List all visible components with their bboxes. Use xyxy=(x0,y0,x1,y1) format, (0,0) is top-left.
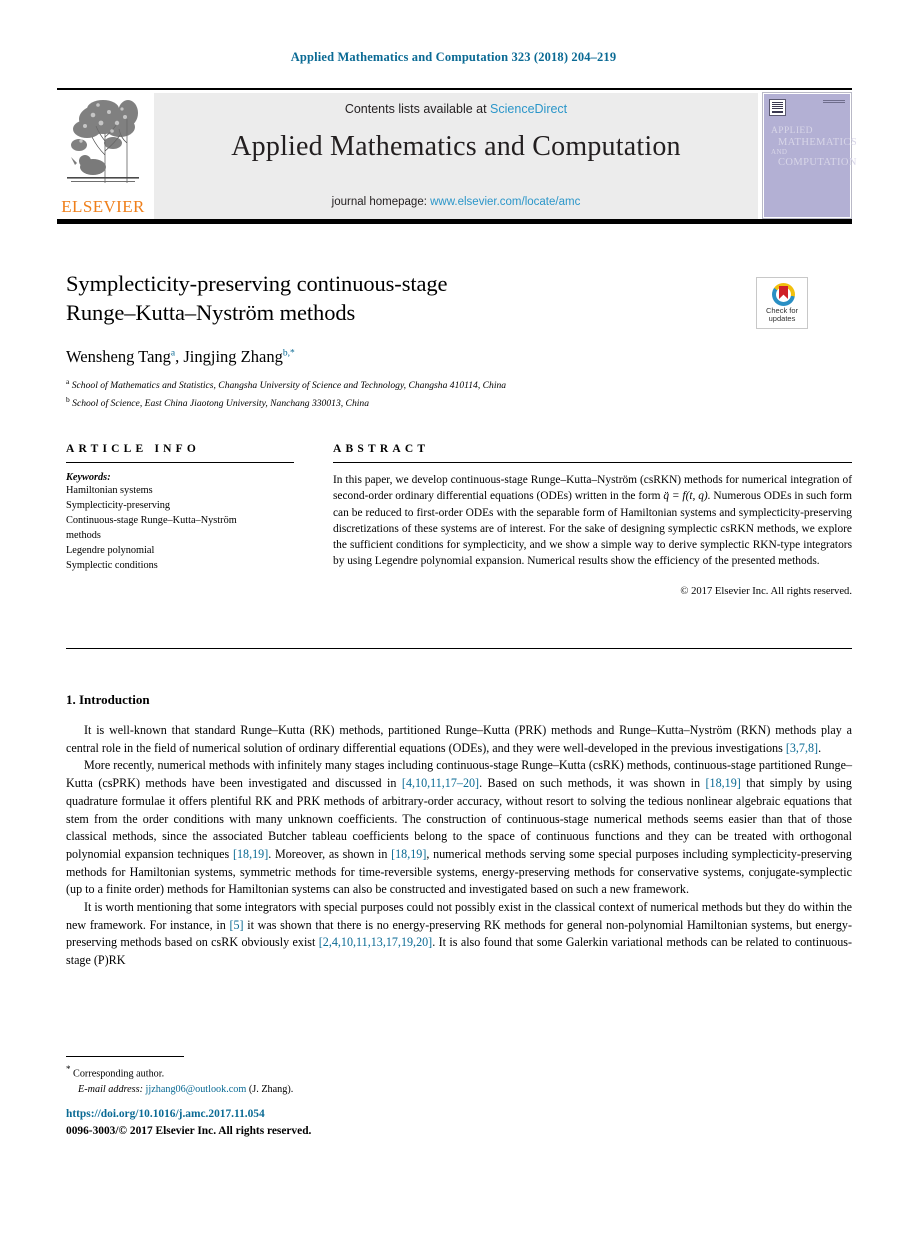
journal-homepage-link[interactable]: www.elsevier.com/locate/amc xyxy=(430,196,580,208)
elsevier-logo: ELSEVIER xyxy=(59,93,147,219)
article-info-heading: ARTICLE INFO xyxy=(66,443,201,455)
citation-link[interactable]: [2,4,10,11,13,17,19,20] xyxy=(319,935,432,949)
journal-homepage-line: journal homepage: www.elsevier.com/locat… xyxy=(154,196,758,208)
cover-line-applied: APPLIED xyxy=(771,126,813,136)
affiliation-a-text: School of Mathematics and Statistics, Ch… xyxy=(71,380,507,392)
citation-link[interactable]: [5] xyxy=(229,918,243,932)
corresponding-author-note: * Corresponding author. xyxy=(66,1063,486,1082)
email-label: E-mail address: xyxy=(78,1083,143,1095)
crossmark-label-line2: updates xyxy=(768,314,796,324)
paragraph: More recently, numerical methods with in… xyxy=(66,757,852,899)
article-info-rule xyxy=(66,462,294,463)
abstract-copyright: © 2017 Elsevier Inc. All rights reserved… xyxy=(680,585,852,597)
affiliation-b-marker: b xyxy=(66,394,70,404)
keyword-item: Symplecticity-preserving xyxy=(66,500,171,512)
keywords-list: Hamiltonian systems Symplecticity-preser… xyxy=(66,483,294,573)
contents-prefix: Contents lists available at xyxy=(344,102,491,116)
cover-corner-marks xyxy=(823,100,845,104)
abstract-text: In this paper, we develop continuous-sta… xyxy=(333,472,852,570)
issn-copyright-line: 0096-3003/© 2017 Elsevier Inc. All right… xyxy=(66,1124,312,1137)
homepage-prefix: journal homepage: xyxy=(331,196,431,208)
author-2-affiliation-marker[interactable]: b, xyxy=(283,349,290,359)
banner-bottom-rule xyxy=(57,219,852,224)
paragraph-text: . xyxy=(818,740,822,755)
cover-line-mathematics: MATHEMATICS xyxy=(778,137,858,148)
page-title: Symplecticity-preserving continuous-stag… xyxy=(66,269,726,327)
crossmark-label: Check for updates xyxy=(757,306,807,324)
doi-block: https://doi.org/10.1016/j.amc.2017.11.05… xyxy=(66,1106,566,1139)
journal-title: Applied Mathematics and Computation xyxy=(231,131,681,162)
author-list: Wensheng Tanga, Jingjing Zhangb,* xyxy=(66,347,726,367)
elsevier-tree-icon xyxy=(65,93,141,189)
keyword-item: methods xyxy=(66,530,101,542)
paragraph: It is well-known that standard Runge–Kut… xyxy=(66,722,852,757)
citation-link[interactable]: [18,19] xyxy=(706,776,741,790)
article-title-line1: Symplecticity-preserving continuous-stag… xyxy=(66,271,448,296)
article-info-column: ARTICLE INFO Keywords: Hamiltonian syste… xyxy=(66,443,294,573)
author-2-name: Jingjing Zhang xyxy=(183,347,283,367)
keyword-item: Symplectic conditions xyxy=(66,560,158,572)
section-heading-introduction: 1. Introduction xyxy=(66,692,150,707)
paragraph-text: . Based on such methods, it was shown in xyxy=(479,776,706,791)
journal-article-page: Applied Mathematics and Computation 323 … xyxy=(0,0,907,1238)
abstract-column: ABSTRACT In this paper, we develop conti… xyxy=(333,443,852,597)
contents-box: Contents lists available at ScienceDirec… xyxy=(154,93,758,219)
email-note: E-mail address: jjzhang06@outlook.com (J… xyxy=(66,1082,486,1097)
article-title-line2: Runge–Kutta–Nyström methods xyxy=(66,300,356,326)
sciencedirect-link[interactable]: ScienceDirect xyxy=(490,102,567,116)
running-head: Applied Mathematics and Computation 323 … xyxy=(290,50,617,64)
footnote-rule xyxy=(66,1056,184,1057)
keyword-item: Legendre polynomial xyxy=(66,545,155,557)
affiliation-a-marker: a xyxy=(66,377,70,387)
affiliations: a School of Mathematics and Statistics, … xyxy=(66,376,726,411)
corresponding-author-text: Corresponding author. xyxy=(73,1068,165,1080)
abstract-heading: ABSTRACT xyxy=(333,443,430,455)
banner-top-rule xyxy=(57,88,852,90)
keyword-item: Hamiltonian systems xyxy=(66,485,153,496)
affiliation-b-text: School of Science, East China Jiaotong U… xyxy=(72,397,369,409)
journal-banner: ELSEVIER Contents lists available at Sci… xyxy=(57,88,857,224)
elsevier-wordmark: ELSEVIER xyxy=(61,197,145,216)
title-block: Symplecticity-preserving continuous-stag… xyxy=(66,269,726,411)
affiliation-b: b School of Science, East China Jiaotong… xyxy=(66,394,726,412)
doi-link[interactable]: https://doi.org/10.1016/j.amc.2017.11.05… xyxy=(66,1106,566,1123)
paragraph-text: It is well-known that standard Runge–Kut… xyxy=(66,723,852,755)
cover-line-computation: COMPUTATION xyxy=(778,157,857,168)
cover-background: APPLIED MATHEMATICS AND COMPUTATION xyxy=(764,94,857,217)
keyword-item: Continuous-stage Runge–Kutta–Nyström xyxy=(66,515,237,527)
affiliation-a: a School of Mathematics and Statistics, … xyxy=(66,376,726,394)
contents-available-line: Contents lists available at ScienceDirec… xyxy=(154,102,758,116)
journal-cover-thumbnail: APPLIED MATHEMATICS AND COMPUTATION xyxy=(762,92,857,219)
citation-link[interactable]: [18,19] xyxy=(233,847,268,861)
paragraph-text: . Moreover, as shown in xyxy=(268,846,392,861)
article-body: 1. Introduction It is well-known that st… xyxy=(66,692,852,970)
corresponding-author-star: * xyxy=(66,1064,71,1074)
abstract-rule xyxy=(333,462,852,463)
abstract-bottom-rule xyxy=(66,648,852,649)
cover-line-and: AND xyxy=(771,148,788,156)
email-suffix: (J. Zhang). xyxy=(248,1083,294,1095)
abstract-formula: q̈ = f(t, q). xyxy=(663,490,711,503)
citation-link[interactable]: [3,7,8] xyxy=(786,741,818,755)
citation-link[interactable]: [18,19] xyxy=(391,847,426,861)
cover-publisher-icon xyxy=(769,99,786,116)
footnote-block: * Corresponding author. E-mail address: … xyxy=(66,1056,486,1097)
crossmark-badge[interactable]: Check for updates xyxy=(756,277,808,329)
email-link[interactable]: jjzhang06@outlook.com xyxy=(146,1084,247,1095)
citation-link[interactable]: [4,10,11,17–20] xyxy=(402,776,479,790)
paragraph: It is worth mentioning that some integra… xyxy=(66,899,852,970)
author-1-name: Wensheng Tang xyxy=(66,347,171,367)
keywords-label: Keywords: xyxy=(66,472,111,483)
corresponding-author-marker[interactable]: * xyxy=(290,349,295,359)
